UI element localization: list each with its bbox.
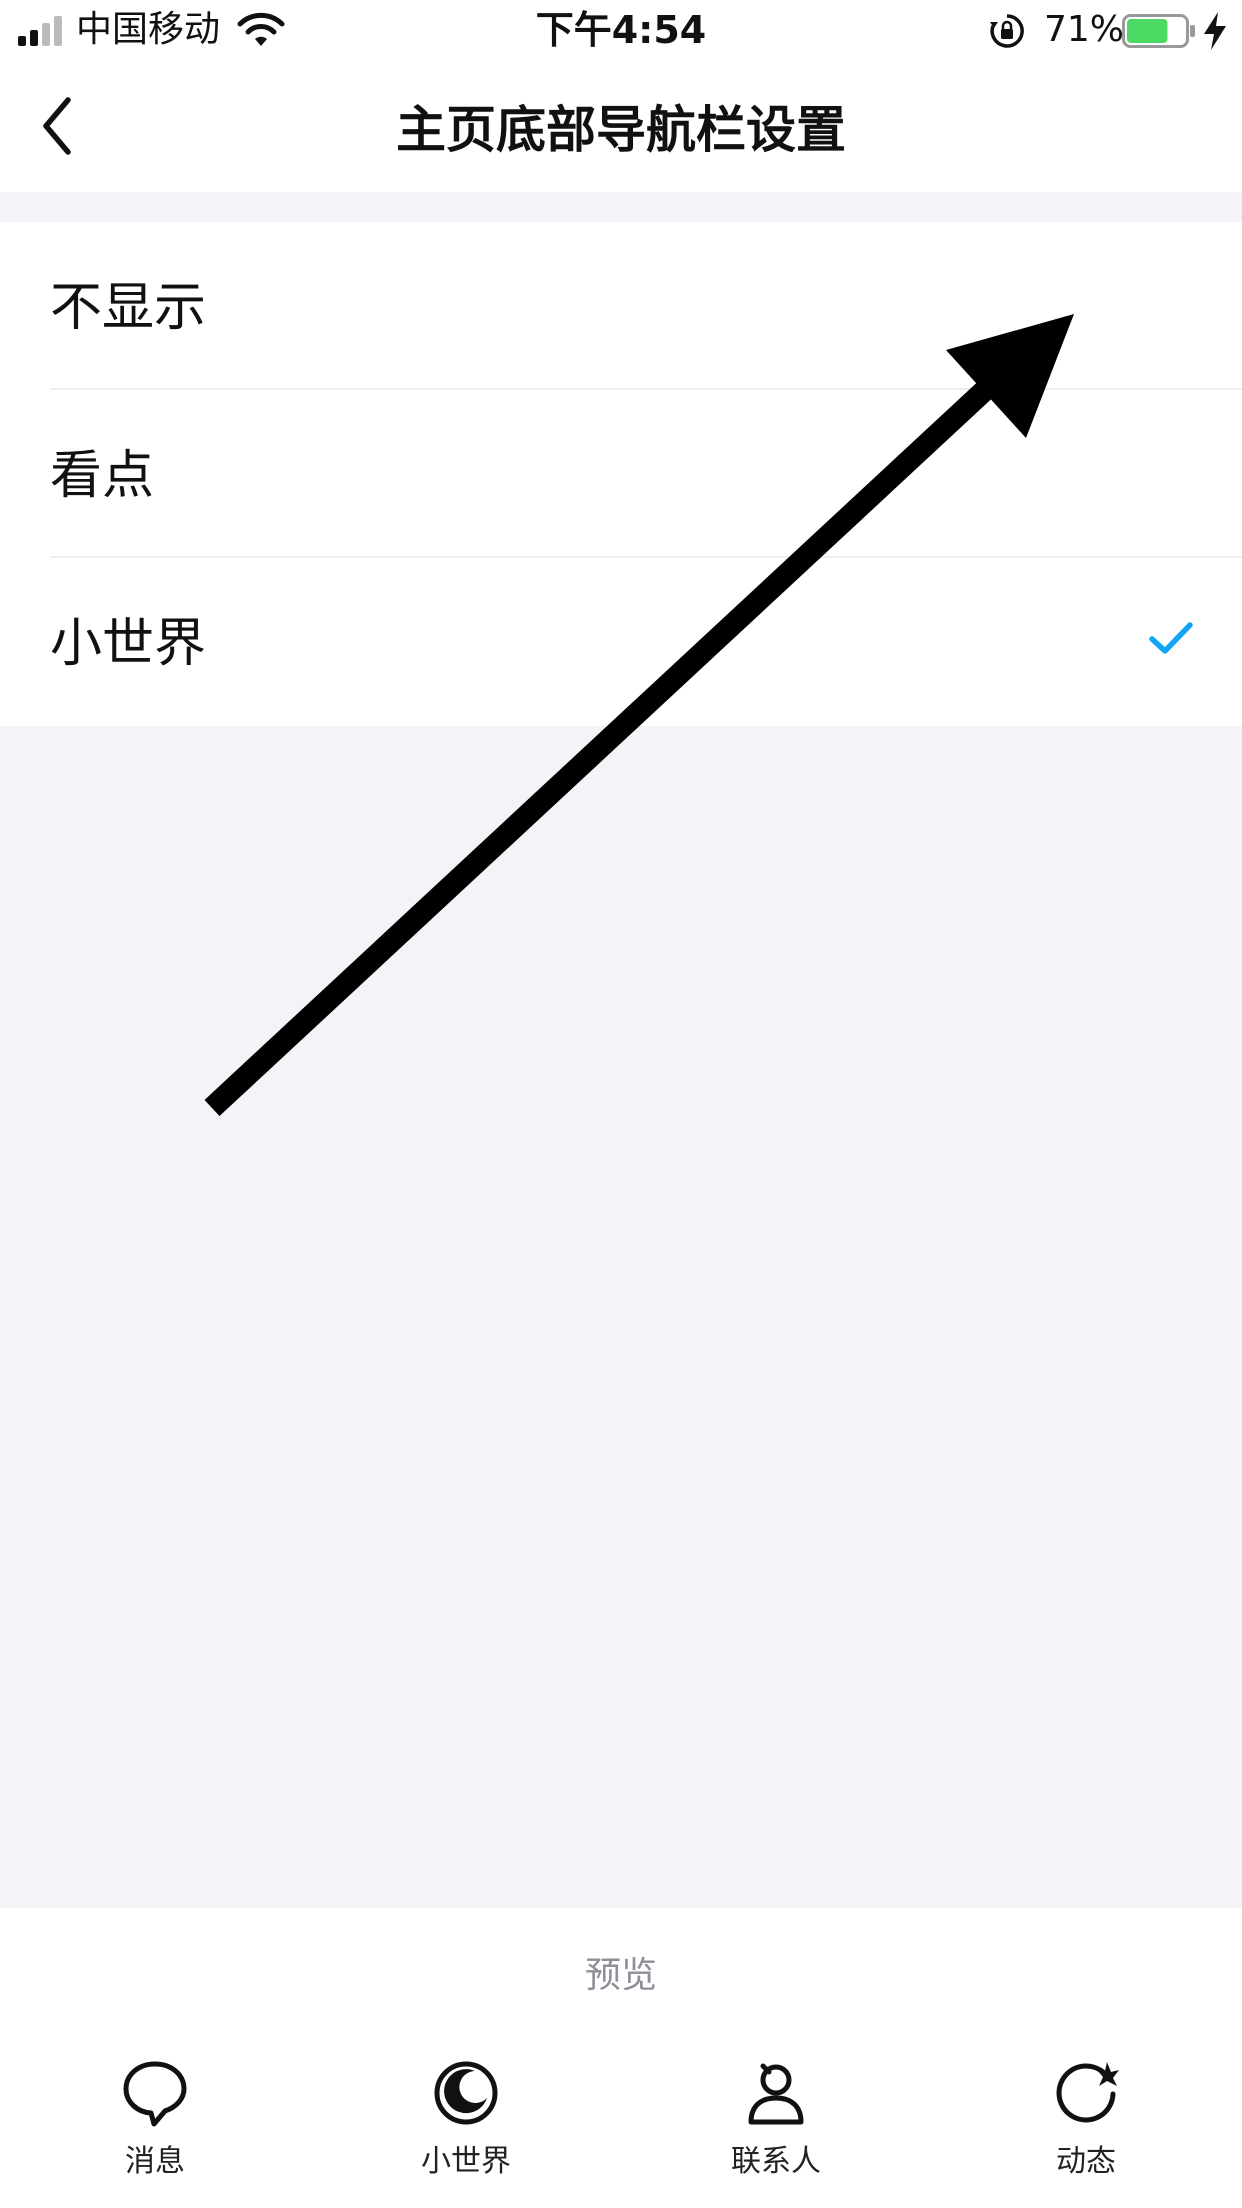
option-label: 小世界 [50,614,207,674]
option-list: 不显示 看点 小世界 [0,222,1242,726]
option-small-world[interactable]: 小世界 [0,558,1242,726]
battery-percent: 71% [1044,9,1125,50]
charging-bolt-icon [1204,12,1226,50]
option-label: 不显示 [50,278,207,338]
orientation-lock-icon [990,14,1024,48]
contact-icon [748,2063,804,2125]
option-kandian[interactable]: 看点 [0,390,1242,558]
tab-label: 消息 [125,2144,185,2179]
preview-area: 预览 消息 小世界 联系人 动态 [0,1908,1242,2208]
navigation-bar: 主页底部导航栏设置 [0,62,1242,192]
preview-title: 预览 [584,1955,657,1996]
tab-label: 联系人 [731,2144,821,2179]
tab-messages[interactable]: 消息 [65,2058,245,2188]
tab-contacts[interactable]: 联系人 [686,2058,866,2188]
moment-icon [1056,2062,1119,2123]
tab-label: 动态 [1056,2144,1116,2179]
battery-icon [1122,14,1195,48]
tab-small-world[interactable]: 小世界 [376,2058,556,2188]
option-hidden[interactable]: 不显示 [0,222,1242,390]
tab-moments[interactable]: 动态 [996,2058,1176,2188]
checkmark-icon [1149,622,1193,654]
option-label: 看点 [50,446,155,506]
tab-label: 小世界 [421,2144,511,2179]
page-title: 主页底部导航栏设置 [396,101,846,159]
chat-bubble-icon [123,2061,187,2127]
world-icon [434,2061,498,2125]
status-bar: 中国移动 下午4:54 71% [0,0,1242,62]
